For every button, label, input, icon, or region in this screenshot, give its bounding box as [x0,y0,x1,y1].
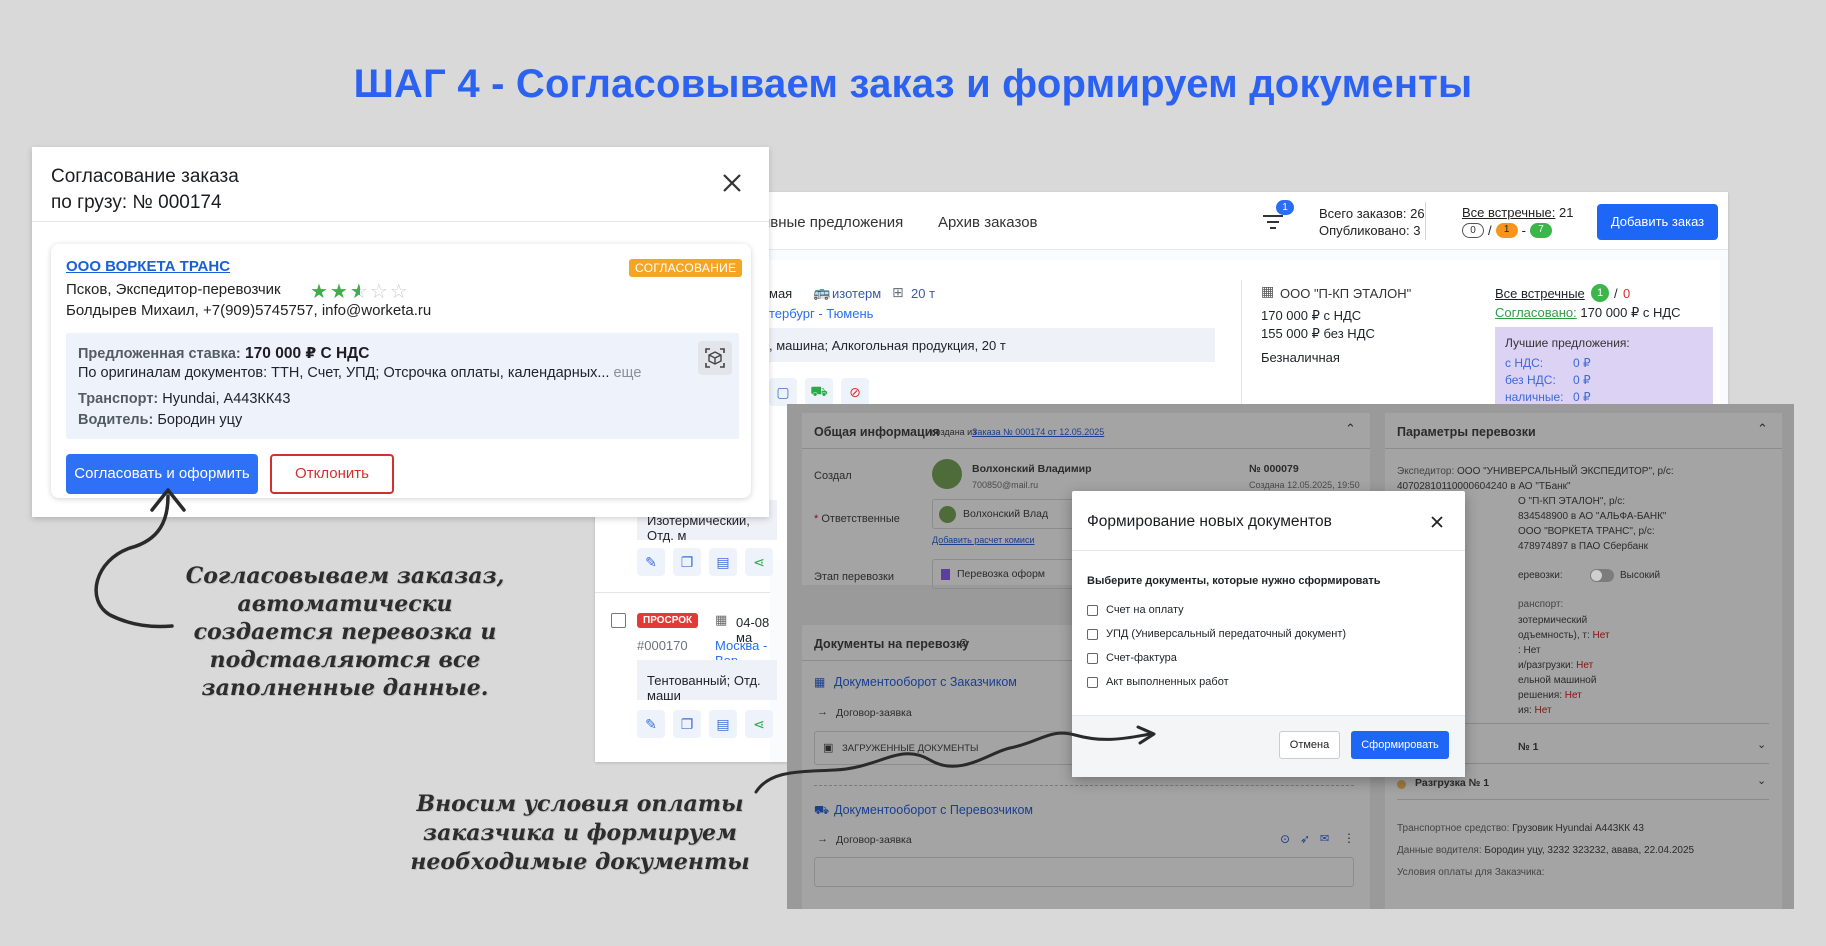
annotation-line: автоматически [237,591,453,617]
annotation-line: заполненные данные. [201,675,489,701]
annotation-line: Вносим условия оплаты [416,791,744,817]
annotation-documents: Вносим условия оплаты заказчика и формир… [405,790,755,877]
annotation-arrows [94,488,1156,794]
annotation-line: создается перевозка и [193,619,497,645]
wavy-arrow [754,731,1152,794]
annotation-line: подставляются все [209,647,481,673]
annotation-line: необходимые документы [410,849,750,875]
annotation-approve: Согласовываем заказаз, автоматически соз… [185,562,505,702]
annotation-line: заказчика и формируем [423,820,737,846]
curved-arrow [94,494,174,629]
annotation-line: Согласовываем заказаз, [185,563,505,589]
